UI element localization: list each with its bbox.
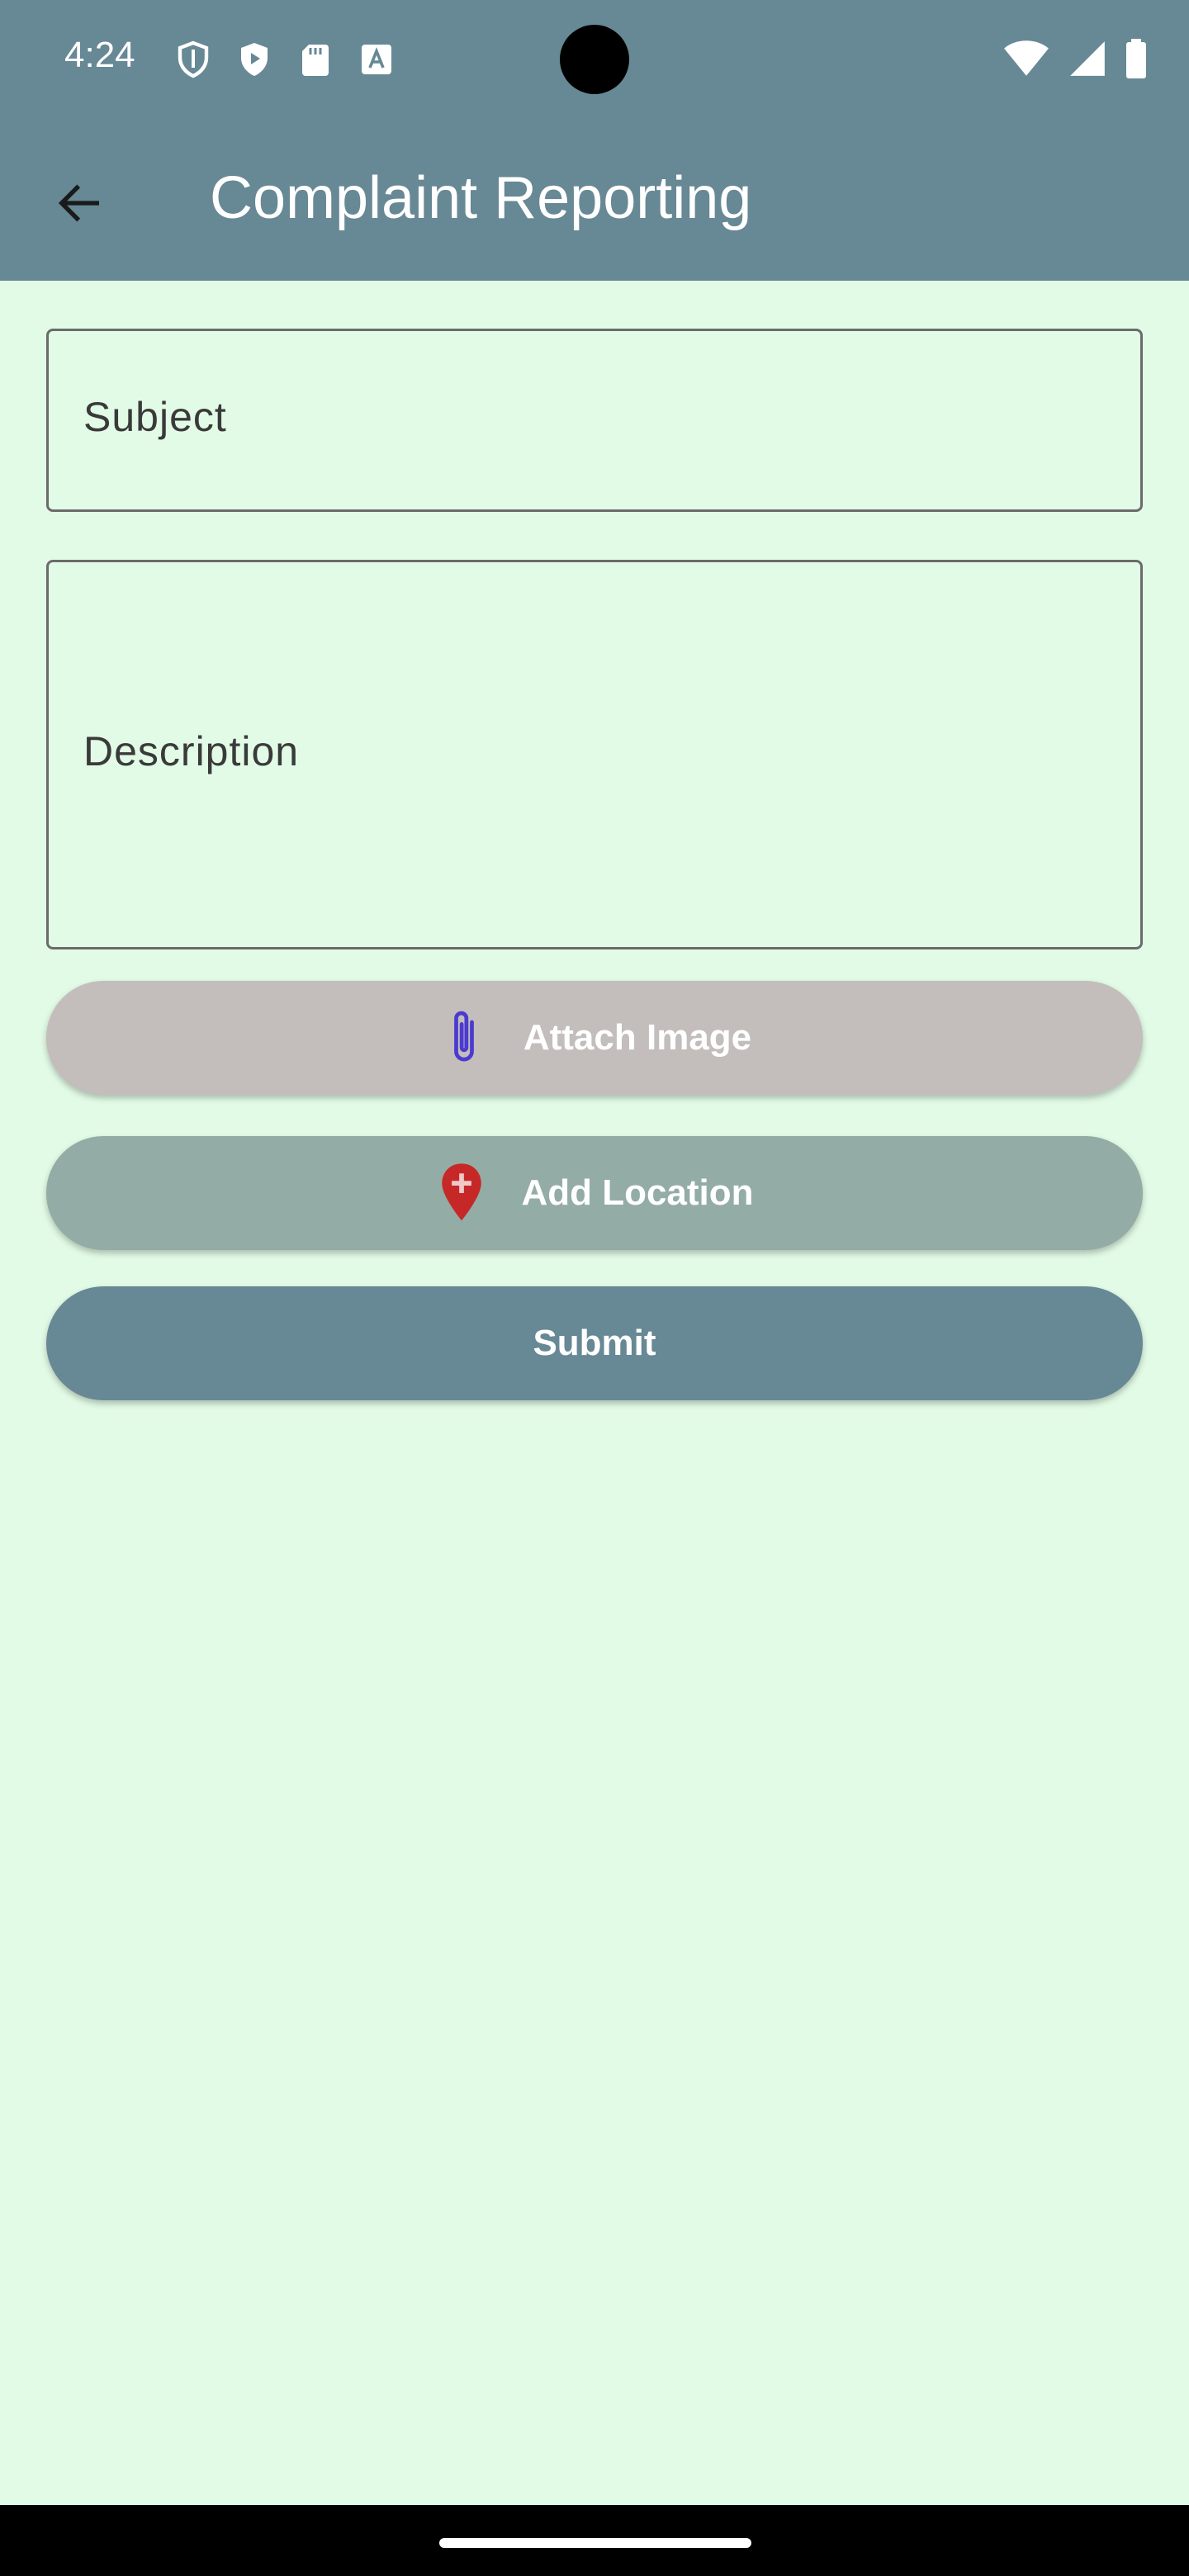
description-label: Description xyxy=(83,728,300,774)
wifi-icon xyxy=(1002,38,1050,83)
font-icon xyxy=(357,40,396,83)
battery-icon xyxy=(1125,38,1148,83)
add-location-label: Add Location xyxy=(521,1172,754,1213)
add-location-icon xyxy=(435,1162,488,1224)
attach-image-button[interactable]: Attach Image xyxy=(46,981,1143,1095)
description-field[interactable]: Description xyxy=(46,560,1143,949)
status-bar: 4:24 xyxy=(0,0,1189,117)
signal-icon xyxy=(1067,38,1108,83)
status-icons-right xyxy=(1002,38,1148,83)
home-indicator[interactable] xyxy=(439,2538,751,2548)
play-protect-icon xyxy=(234,40,274,83)
add-location-button[interactable]: Add Location xyxy=(46,1136,1143,1250)
status-icons-left xyxy=(173,40,396,83)
arrow-left-icon xyxy=(53,177,106,234)
page-title: Complaint Reporting xyxy=(210,165,752,231)
app-bar: Complaint Reporting xyxy=(0,117,1189,281)
submit-label: Submit xyxy=(533,1323,656,1363)
navigation-bar xyxy=(0,2505,1189,2576)
status-time: 4:24 xyxy=(64,35,135,75)
back-button[interactable] xyxy=(40,165,119,244)
sd-card-icon xyxy=(296,40,335,83)
subject-field[interactable]: Subject xyxy=(46,329,1143,512)
shield-icon xyxy=(173,40,213,83)
submit-button[interactable]: Submit xyxy=(46,1286,1143,1400)
attach-image-label: Attach Image xyxy=(523,1017,752,1058)
camera-cutout xyxy=(560,25,629,94)
subject-label: Subject xyxy=(83,394,227,440)
paperclip-icon xyxy=(438,1006,490,1069)
